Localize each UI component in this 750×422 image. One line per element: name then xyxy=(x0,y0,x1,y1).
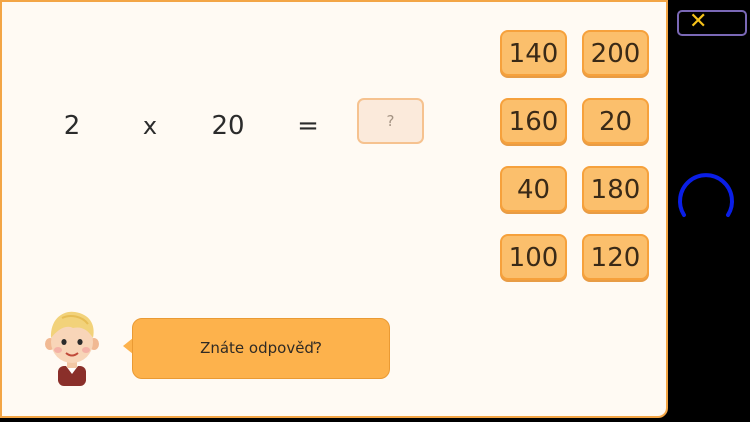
option-button[interactable]: 120 xyxy=(582,234,649,280)
close-icon[interactable]: ✕ xyxy=(689,9,707,34)
option-button[interactable]: 100 xyxy=(500,234,567,280)
option-button[interactable]: 160 xyxy=(500,98,567,144)
boy-avatar xyxy=(45,311,99,386)
loading-spinner-icon xyxy=(678,173,734,217)
option-button[interactable]: 20 xyxy=(582,98,649,144)
operand-2: 20 xyxy=(211,111,245,141)
operand-1: 2 xyxy=(63,111,81,141)
game-panel: 2 x 20 = ? 140 200 160 20 40 180 100 120… xyxy=(0,0,668,418)
speech-bubble: Znáte odpověď? xyxy=(132,318,390,379)
answer-slot[interactable]: ? xyxy=(357,98,424,144)
option-button[interactable]: 140 xyxy=(500,30,567,76)
option-button[interactable]: 200 xyxy=(582,30,649,76)
option-button[interactable]: 180 xyxy=(582,166,649,212)
option-button[interactable]: 40 xyxy=(500,166,567,212)
equals-sign: = xyxy=(297,111,319,141)
operator-multiply: x xyxy=(142,112,158,140)
close-button[interactable]: ✕ xyxy=(677,9,747,36)
